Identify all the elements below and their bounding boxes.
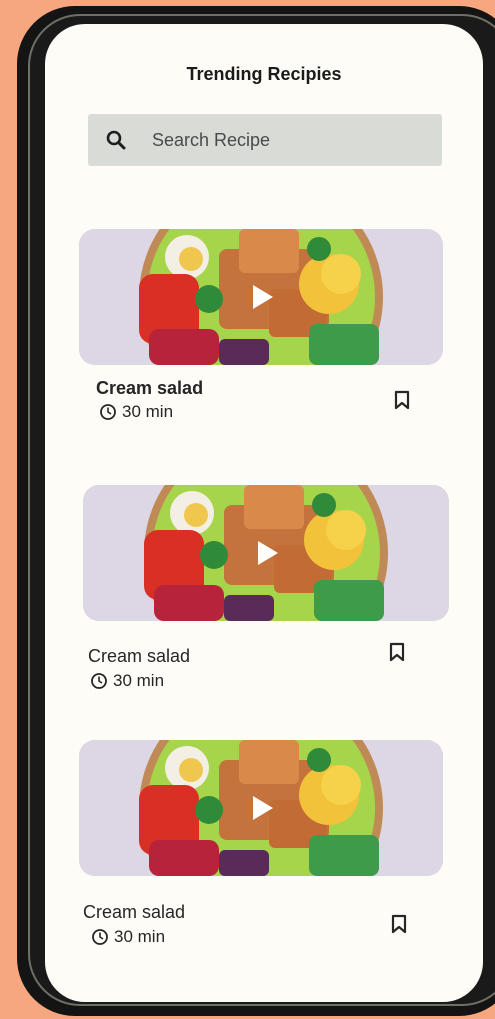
recipe-time: 30 min	[91, 927, 165, 947]
bookmark-icon[interactable]	[390, 386, 414, 414]
recipe-time-label: 30 min	[113, 671, 165, 690]
recipe-name: Cream salad	[83, 902, 186, 922]
recipe-name: Cream salad	[96, 378, 204, 398]
search-icon[interactable]	[102, 126, 130, 154]
play-icon[interactable]	[243, 279, 279, 315]
app-screen: Trending Recipies Search Recipe Cream sa…	[45, 24, 483, 1002]
clock-icon	[100, 404, 116, 420]
recipe-time: 30 min	[99, 402, 173, 422]
recipe-name: Cream salad	[88, 646, 191, 666]
search-bar[interactable]	[88, 114, 442, 166]
recipe-video-thumbnail[interactable]	[83, 485, 449, 621]
bookmark-icon[interactable]	[385, 638, 409, 666]
recipe-time-label: 30 min	[122, 402, 174, 421]
recipe-time-label: 30 min	[114, 927, 166, 946]
recipe-time: 30 min	[90, 671, 164, 691]
bookmark-icon[interactable]	[387, 910, 411, 938]
clock-icon	[92, 929, 108, 945]
page-title: Trending Recipies	[186, 64, 342, 84]
play-icon[interactable]	[248, 535, 284, 571]
clock-icon	[91, 673, 107, 689]
play-icon[interactable]	[243, 790, 279, 826]
recipe-video-thumbnail[interactable]	[79, 229, 443, 365]
search-input[interactable]	[150, 128, 424, 152]
recipe-video-thumbnail[interactable]	[79, 740, 443, 876]
